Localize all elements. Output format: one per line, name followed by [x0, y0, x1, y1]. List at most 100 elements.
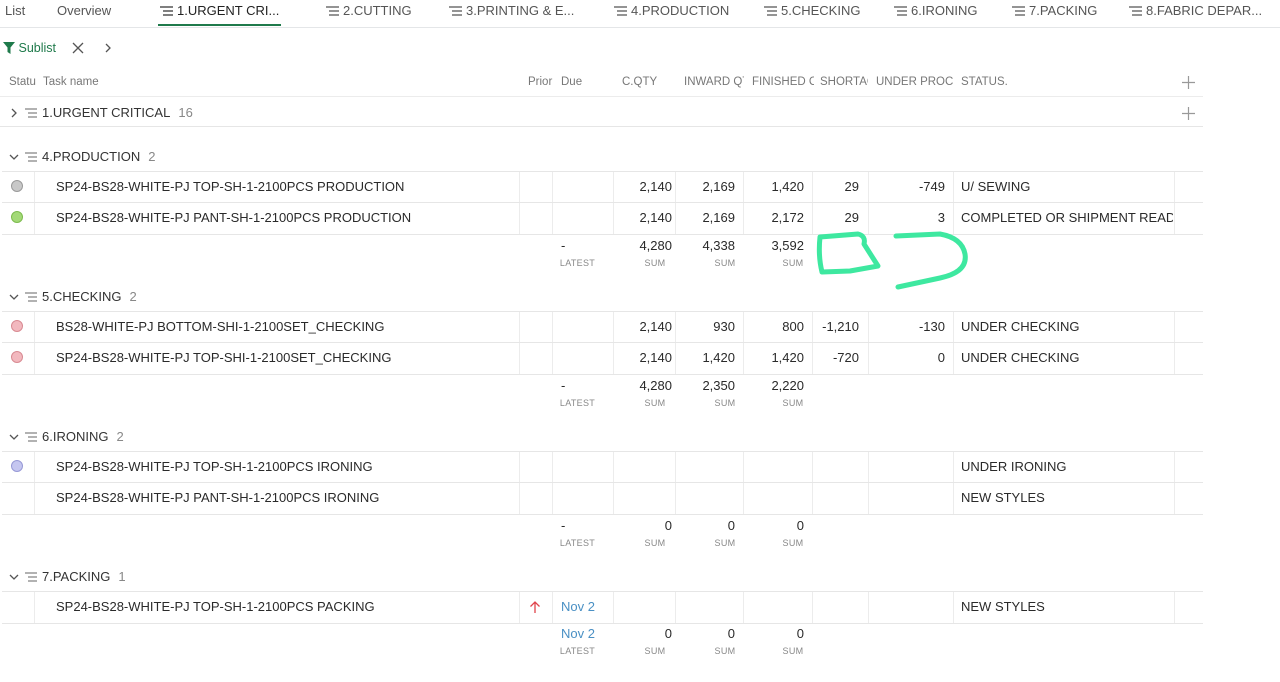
cqty-cell[interactable]: 2,140 — [615, 343, 672, 374]
cqty-cell[interactable]: 2,140 — [615, 312, 672, 343]
shortage-cell[interactable]: 29 — [814, 172, 859, 203]
column-status[interactable]: Statu — [9, 70, 36, 96]
column-finished[interactable]: FINISHED C — [752, 70, 814, 96]
chevron-down-icon[interactable] — [9, 152, 19, 162]
chevron-down-icon[interactable] — [9, 572, 19, 582]
table-row[interactable]: SP24-BS28-WHITE-PJ TOP-SHI-1-2100SET_CHE… — [2, 342, 1203, 375]
task-name[interactable]: SP24-BS28-WHITE-PJ PANT-SH-1-2100PCS PRO… — [56, 203, 516, 234]
group-summary: Nov 2 LATEST 0 SUM 0 SUM 0 SUM — [0, 622, 1203, 662]
shortage-cell[interactable]: 29 — [814, 203, 859, 234]
chevron-right-icon[interactable] — [9, 108, 19, 118]
inward-qty-cell[interactable]: 930 — [677, 312, 735, 343]
tab-checking[interactable]: 5.CHECKING — [764, 0, 860, 26]
group-checking[interactable]: 5.CHECKING 2 — [9, 287, 137, 307]
tab-list[interactable]: List — [5, 0, 25, 26]
summary-label: LATEST — [559, 398, 596, 408]
task-name[interactable]: SP24-BS28-WHITE-PJ PANT-SH-1-2100PCS IRO… — [56, 483, 516, 514]
summary-inward: 4,338 — [702, 238, 735, 253]
status-indicator-icon[interactable] — [11, 351, 23, 363]
table-row[interactable]: SP24-BS28-WHITE-PJ TOP-SH-1-2100PCS PACK… — [2, 591, 1203, 624]
group-name: 5.CHECKING — [42, 289, 122, 304]
group-count: 2 — [129, 289, 137, 304]
status-cell[interactable]: UNDER CHECKING — [961, 343, 1173, 374]
task-name[interactable]: SP24-BS28-WHITE-PJ TOP-SH-1-2100PCS PROD… — [56, 172, 516, 203]
group-name: 6.IRONING — [42, 429, 109, 444]
tab-urgent-critical[interactable]: 1.URGENT CRI... — [158, 0, 282, 26]
column-status-text[interactable]: STATUS. — [961, 70, 1161, 96]
chevron-down-icon[interactable] — [9, 432, 19, 442]
tab-overview[interactable]: Overview — [57, 0, 111, 26]
table-row[interactable]: SP24-BS28-WHITE-PJ TOP-SH-1-2100PCS PROD… — [2, 171, 1203, 203]
under-process-cell[interactable]: -749 — [870, 172, 945, 203]
summary-label: LATEST — [559, 258, 596, 268]
status-indicator-icon[interactable] — [11, 460, 23, 472]
table-header: Statu Task name Prior Due C.QTY INWARD Q… — [0, 70, 1203, 97]
summary-label: SUM — [644, 258, 666, 268]
priority-up-arrow-icon[interactable] — [529, 600, 541, 614]
column-inward-qty[interactable]: INWARD QT — [684, 70, 744, 96]
group-summary: - LATEST 0 SUM 0 SUM 0 SUM — [0, 514, 1203, 554]
column-shortage[interactable]: SHORTAG — [820, 70, 868, 96]
finished-cell[interactable]: 800 — [745, 312, 804, 343]
under-process-cell[interactable]: 3 — [870, 203, 945, 234]
tab-ironing[interactable]: 6.IRONING — [894, 0, 977, 26]
chevron-right-icon[interactable] — [103, 42, 113, 54]
under-process-cell[interactable]: 0 — [870, 343, 945, 374]
finished-cell[interactable]: 1,420 — [745, 343, 804, 374]
status-cell[interactable]: UNDER CHECKING — [961, 312, 1173, 343]
status-indicator-icon[interactable] — [11, 211, 23, 223]
chevron-down-icon[interactable] — [9, 292, 19, 302]
group-ironing[interactable]: 6.IRONING 2 — [9, 427, 124, 447]
table-row[interactable]: SP24-BS28-WHITE-PJ PANT-SH-1-2100PCS IRO… — [2, 482, 1203, 515]
add-task-icon[interactable] — [1182, 107, 1195, 120]
due-date-cell[interactable]: Nov 2 — [561, 592, 611, 623]
shortage-cell[interactable]: -720 — [814, 343, 859, 374]
task-name[interactable]: BS28-WHITE-PJ BOTTOM-SHI-1-2100SET_CHECK… — [56, 312, 516, 343]
table-row[interactable]: BS28-WHITE-PJ BOTTOM-SHI-1-2100SET_CHECK… — [2, 311, 1203, 343]
summary-label: LATEST — [559, 538, 596, 548]
column-under-process[interactable]: UNDER PROCE — [876, 70, 954, 96]
summary-cqty: 0 — [664, 626, 672, 641]
list-icon — [160, 5, 173, 16]
status-indicator-icon[interactable] — [11, 180, 23, 192]
table-row[interactable]: SP24-BS28-WHITE-PJ TOP-SH-1-2100PCS IRON… — [2, 451, 1203, 483]
group-count: 1 — [118, 569, 126, 584]
sublist-filter[interactable]: Sublist — [3, 38, 56, 58]
summary-finished: 3,592 — [771, 238, 804, 253]
status-indicator-icon[interactable] — [11, 320, 23, 332]
shortage-cell[interactable]: -1,210 — [814, 312, 859, 343]
column-cqty[interactable]: C.QTY — [622, 70, 672, 96]
tab-printing[interactable]: 3.PRINTING & E... — [449, 0, 574, 26]
status-cell[interactable]: U/ SEWING — [961, 172, 1173, 203]
column-priority[interactable]: Prior — [528, 70, 553, 96]
finished-cell[interactable]: 2,172 — [745, 203, 804, 234]
tab-production[interactable]: 4.PRODUCTION — [614, 0, 729, 26]
status-cell[interactable]: NEW STYLES — [961, 592, 1173, 623]
task-name[interactable]: SP24-BS28-WHITE-PJ TOP-SH-1-2100PCS IRON… — [56, 452, 516, 483]
task-name[interactable]: SP24-BS28-WHITE-PJ TOP-SH-1-2100PCS PACK… — [56, 592, 516, 623]
finished-cell[interactable]: 1,420 — [745, 172, 804, 203]
table-row[interactable]: SP24-BS28-WHITE-PJ PANT-SH-1-2100PCS PRO… — [2, 202, 1203, 235]
inward-qty-cell[interactable]: 1,420 — [677, 343, 735, 374]
tab-packing[interactable]: 7.PACKING — [1012, 0, 1097, 26]
add-column-icon[interactable] — [1182, 76, 1195, 89]
list-icon — [25, 108, 37, 118]
inward-qty-cell[interactable]: 2,169 — [677, 172, 735, 203]
group-urgent-critical[interactable]: 1.URGENT CRITICAL 16 — [9, 103, 193, 123]
cqty-cell[interactable]: 2,140 — [615, 172, 672, 203]
task-name[interactable]: SP24-BS28-WHITE-PJ TOP-SHI-1-2100SET_CHE… — [56, 343, 516, 374]
tab-cutting[interactable]: 2.CUTTING — [326, 0, 412, 26]
group-packing[interactable]: 7.PACKING 1 — [9, 567, 126, 587]
status-cell[interactable]: NEW STYLES — [961, 483, 1173, 514]
close-icon[interactable] — [70, 40, 86, 56]
cqty-cell[interactable]: 2,140 — [615, 203, 672, 234]
status-cell[interactable]: UNDER IRONING — [961, 452, 1173, 483]
group-production[interactable]: 4.PRODUCTION 2 — [9, 147, 155, 167]
status-cell[interactable]: COMPLETED OR SHIPMENT READ — [961, 203, 1173, 234]
column-task-name[interactable]: Task name — [43, 70, 243, 96]
column-due[interactable]: Due — [561, 70, 601, 96]
inward-qty-cell[interactable]: 2,169 — [677, 203, 735, 234]
under-process-cell[interactable]: -130 — [870, 312, 945, 343]
tab-fabric-department[interactable]: 8.FABRIC DEPAR... — [1129, 0, 1262, 26]
summary-label: LATEST — [559, 646, 596, 656]
